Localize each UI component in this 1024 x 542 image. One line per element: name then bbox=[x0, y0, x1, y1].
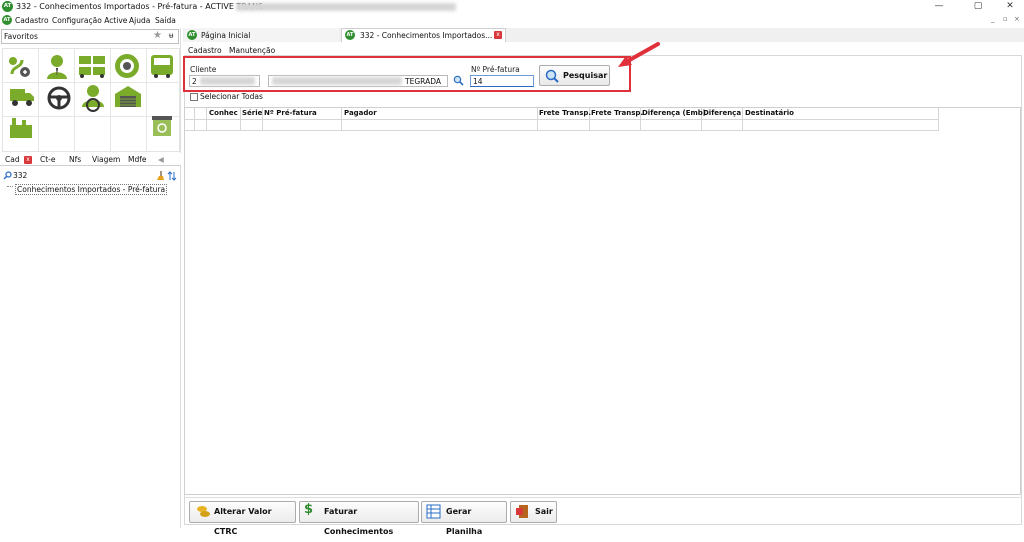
gerar-planilha-label: Gerar Planilha bbox=[446, 507, 483, 536]
prefatura-field[interactable]: 14 bbox=[470, 75, 534, 87]
col-diferenca[interactable]: Diferença bbox=[703, 108, 741, 119]
star-icon[interactable]: ★ bbox=[153, 30, 162, 41]
col-pagador[interactable]: Pagador bbox=[344, 108, 377, 119]
pesquisar-button[interactable]: Pesquisar bbox=[539, 65, 610, 86]
factory-icon[interactable] bbox=[8, 117, 34, 139]
trucks-icon[interactable] bbox=[78, 54, 106, 78]
search-icon bbox=[3, 171, 12, 180]
redacted-name bbox=[272, 77, 402, 85]
cliente-name-value: TEGRADA bbox=[405, 77, 441, 86]
magnifier-icon bbox=[545, 69, 559, 83]
redacted-title bbox=[236, 3, 456, 11]
warehouse-icon[interactable] bbox=[114, 84, 142, 108]
bus-icon[interactable] bbox=[150, 53, 174, 79]
alterar-valor-label: Alterar Valor CTRC bbox=[214, 507, 272, 536]
home-tab-logo-icon: AT bbox=[187, 30, 197, 40]
mdi-restore-button[interactable]: ▫ bbox=[1003, 15, 1008, 23]
menu-ajuda[interactable]: Ajuda bbox=[129, 16, 150, 25]
annotation-arrow bbox=[618, 42, 660, 67]
minimize-button[interactable]: — bbox=[927, 0, 951, 14]
app-logo-icon: AT bbox=[2, 1, 13, 12]
data-grid bbox=[184, 107, 1021, 495]
select-all-checkbox[interactable] bbox=[190, 93, 198, 101]
col-frete-transp-2[interactable]: Frete Transp. bbox=[591, 108, 643, 119]
tab-mdfe[interactable]: Mdfe bbox=[128, 155, 147, 164]
tab-home-label: Página Inicial bbox=[201, 31, 251, 40]
subtab-manutencao[interactable]: Manutenção bbox=[229, 46, 275, 55]
sair-label: Sair bbox=[535, 507, 553, 516]
steering-wheel-icon[interactable] bbox=[47, 86, 71, 110]
recycle-bin-icon[interactable] bbox=[150, 115, 174, 137]
menu-cadastro[interactable]: Cadastro bbox=[15, 16, 49, 25]
menu-bar bbox=[0, 14, 1024, 27]
prefatura-value: 14 bbox=[473, 77, 483, 86]
tab-nfs[interactable]: Nfs bbox=[69, 155, 81, 164]
close-tab-icon[interactable]: x bbox=[494, 31, 502, 39]
mdi-close-button[interactable]: × bbox=[1014, 15, 1020, 23]
close-window-button[interactable]: ✕ bbox=[998, 0, 1022, 14]
redacted-code bbox=[200, 77, 255, 85]
col-prefatura[interactable]: Nº Pré-fatura bbox=[264, 108, 317, 119]
wheel-badge-icon[interactable] bbox=[114, 53, 140, 79]
col-conhec[interactable]: Conhec bbox=[209, 108, 238, 119]
col-frete-transp-1[interactable]: Frete Transp. bbox=[539, 108, 591, 119]
spreadsheet-icon bbox=[426, 504, 441, 519]
cliente-search-icon[interactable] bbox=[453, 75, 464, 86]
prefatura-label: Nº Pré-fatura bbox=[471, 65, 520, 74]
favorites-label: Favoritos bbox=[4, 32, 38, 41]
mdi-minimize-button[interactable]: _ bbox=[991, 15, 995, 23]
tab-cad[interactable]: Cad bbox=[5, 155, 20, 164]
tab-cte[interactable]: Ct-e bbox=[40, 155, 56, 164]
driver-icon[interactable] bbox=[80, 83, 106, 113]
coins-icon bbox=[197, 506, 210, 517]
cliente-label: Cliente bbox=[190, 65, 217, 74]
col-serie[interactable]: Série bbox=[242, 108, 262, 119]
tree-item-conhecimentos[interactable]: Conhecimentos Importados - Pré-fatura bbox=[15, 184, 168, 195]
route-add-icon[interactable] bbox=[8, 54, 34, 78]
search-input[interactable]: 332 bbox=[13, 171, 27, 180]
tab-viagem[interactable]: Viagem bbox=[92, 155, 120, 164]
menu-configuracao[interactable]: Configuração Active bbox=[52, 16, 127, 25]
maximize-button[interactable]: ▢ bbox=[966, 0, 990, 14]
faturar-button[interactable]: Faturar Conhecimentos bbox=[299, 501, 419, 536]
col-destinatario[interactable]: Destinatário bbox=[745, 108, 794, 119]
tab-scroll-left-icon[interactable]: ◀ bbox=[158, 155, 164, 164]
window-title: 332 - Conhecimentos Importados - Pré-fat… bbox=[16, 2, 269, 11]
faturar-label: Faturar Conhecimentos bbox=[324, 507, 394, 536]
menu-saida[interactable]: Saída bbox=[155, 16, 176, 25]
exit-door-icon bbox=[516, 505, 528, 518]
pin-icon[interactable]: ᵾ bbox=[169, 31, 173, 40]
col-diferenca-emb[interactable]: Diferença (Emb) bbox=[642, 108, 706, 119]
broom-icon[interactable] bbox=[156, 171, 165, 181]
cliente-code-value: 2 bbox=[192, 77, 197, 86]
truck-icon[interactable] bbox=[9, 87, 35, 107]
tab-active-label: 332 - Conhecimentos Importados... bbox=[360, 31, 493, 40]
user-icon[interactable] bbox=[45, 53, 69, 79]
active-tab-logo-icon: AT bbox=[345, 30, 355, 40]
close-tab-cad-icon[interactable]: x bbox=[24, 156, 32, 164]
sort-icon[interactable] bbox=[167, 171, 177, 181]
menu-logo-icon: AT bbox=[2, 15, 12, 25]
dollar-icon: $ bbox=[304, 502, 314, 517]
tree-connector bbox=[7, 186, 13, 187]
pesquisar-label: Pesquisar bbox=[563, 71, 608, 80]
select-all-label: Selecionar Todas bbox=[200, 92, 263, 101]
